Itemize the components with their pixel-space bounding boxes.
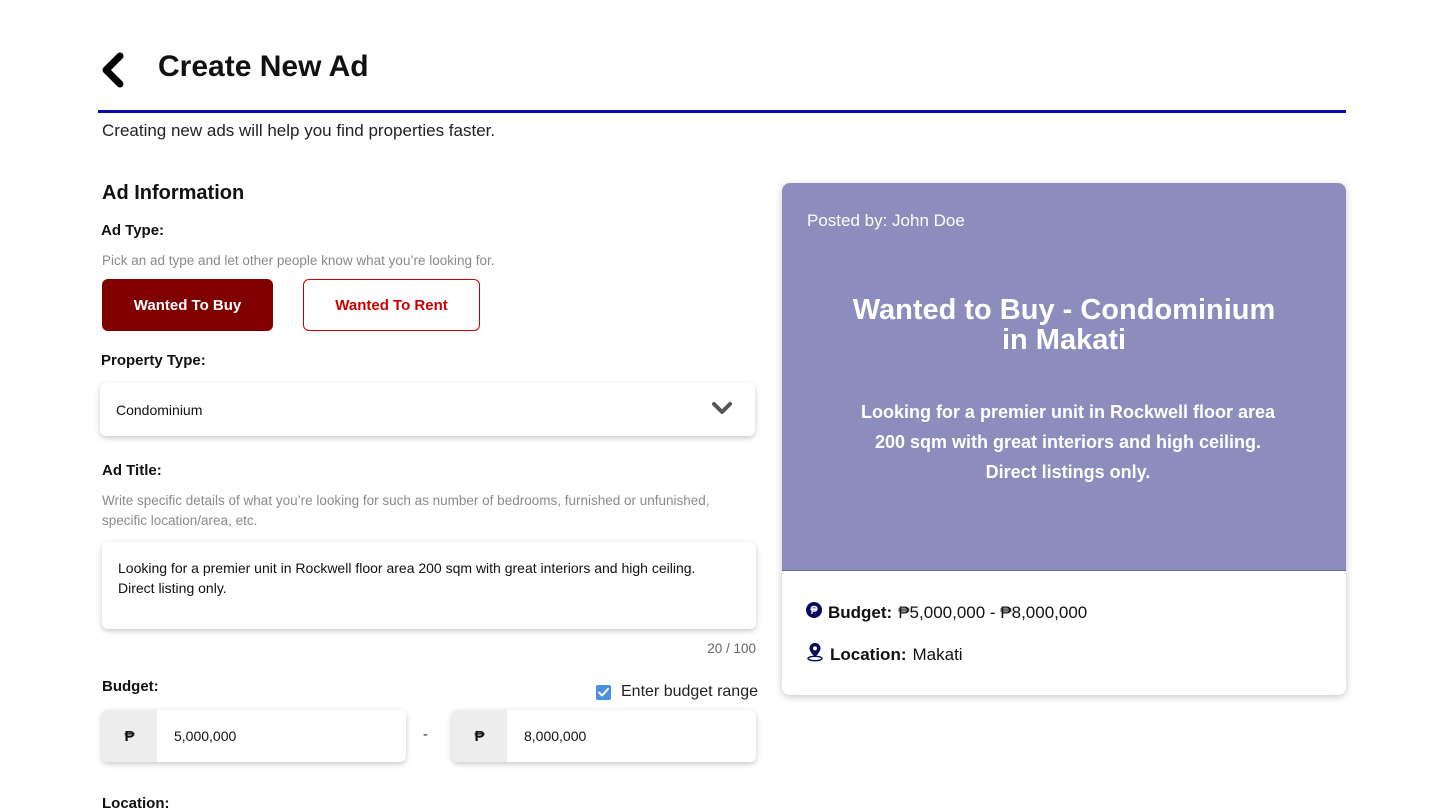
wanted-to-rent-button[interactable]: Wanted To Rent (303, 279, 480, 331)
budget-min-input[interactable]: ₱ 5,000,000 (102, 710, 406, 762)
preview-title: Wanted to Buy - Condominium in Makati (832, 295, 1296, 355)
peso-coin-icon (806, 602, 822, 623)
property-type-label: Property Type: (101, 352, 206, 369)
ad-type-hint: Pick an ad type and let other people kno… (102, 253, 495, 268)
ad-title-textarea[interactable]: Looking for a premier unit in Rockwell f… (102, 542, 756, 629)
ad-title-hint: Write specific details of what you’re lo… (102, 491, 762, 531)
preview-budget-value: ₱5,000,000 - ₱8,000,000 (898, 602, 1088, 622)
location-label: Location: (102, 795, 170, 810)
page-subtitle: Creating new ads will help you find prop… (102, 121, 496, 140)
ad-title-text-line: Direct listing only. (118, 580, 227, 596)
preview-budget-row: Budget: ₱5,000,000 - ₱8,000,000 (806, 602, 1087, 623)
chevron-down-icon (711, 401, 733, 417)
budget-max-input[interactable]: ₱ 8,000,000 (452, 710, 756, 762)
budget-range-toggle[interactable]: Enter budget range (596, 683, 758, 701)
back-arrow-icon[interactable] (98, 52, 130, 88)
preview-location-label: Location: (830, 644, 907, 664)
checkbox-checked-icon[interactable] (596, 684, 611, 700)
preview-location-value: Makati (912, 644, 963, 664)
ad-preview-card: Posted by: John Doe Wanted to Buy - Cond… (782, 183, 1346, 695)
preview-description: Looking for a premier unit in Rockwell f… (842, 397, 1294, 487)
header-divider (98, 110, 1346, 113)
preview-title-line: Wanted to Buy - Condominium (852, 294, 1276, 326)
wanted-to-buy-button[interactable]: Wanted To Buy (102, 279, 273, 331)
budget-max-value: 8,000,000 (524, 728, 587, 744)
preview-budget-label: Budget: (828, 602, 893, 622)
peso-icon: ₱ (102, 710, 157, 762)
ad-title-hint-line: specific location/area, etc. (102, 513, 258, 528)
budget-range-label: Enter budget range (621, 683, 758, 700)
page-title: Create New Ad (158, 50, 369, 83)
preview-divider (782, 570, 1346, 571)
location-pin-icon (806, 642, 824, 667)
section-title: Ad Information (102, 182, 245, 204)
preview-description-line: 200 sqm with great interiors and high ce… (874, 432, 1262, 452)
budget-separator: - (423, 726, 428, 743)
preview-banner: Posted by: John Doe Wanted to Buy - Cond… (782, 183, 1346, 571)
preview-description-line: Direct listings only. (985, 462, 1151, 482)
budget-label: Budget: (102, 678, 159, 695)
budget-min-value: 5,000,000 (174, 728, 237, 744)
property-type-value: Condominium (116, 402, 203, 418)
ad-title-hint-line: Write specific details of what you’re lo… (102, 493, 710, 508)
page-header: Create New Ad (98, 40, 1346, 112)
property-type-select[interactable]: Condominium (100, 383, 755, 436)
ad-type-label: Ad Type: (101, 222, 165, 239)
preview-location-row: Location: Makati (806, 642, 963, 667)
preview-description-line: Looking for a premier unit in Rockwell f… (860, 402, 1276, 422)
ad-title-label: Ad Title: (102, 462, 162, 479)
character-counter: 20 / 100 (707, 641, 756, 656)
posted-by: Posted by: John Doe (807, 211, 965, 230)
peso-icon: ₱ (452, 710, 507, 762)
preview-title-line: in Makati (1001, 324, 1127, 356)
ad-title-text-line: Looking for a premier unit in Rockwell f… (118, 560, 696, 576)
